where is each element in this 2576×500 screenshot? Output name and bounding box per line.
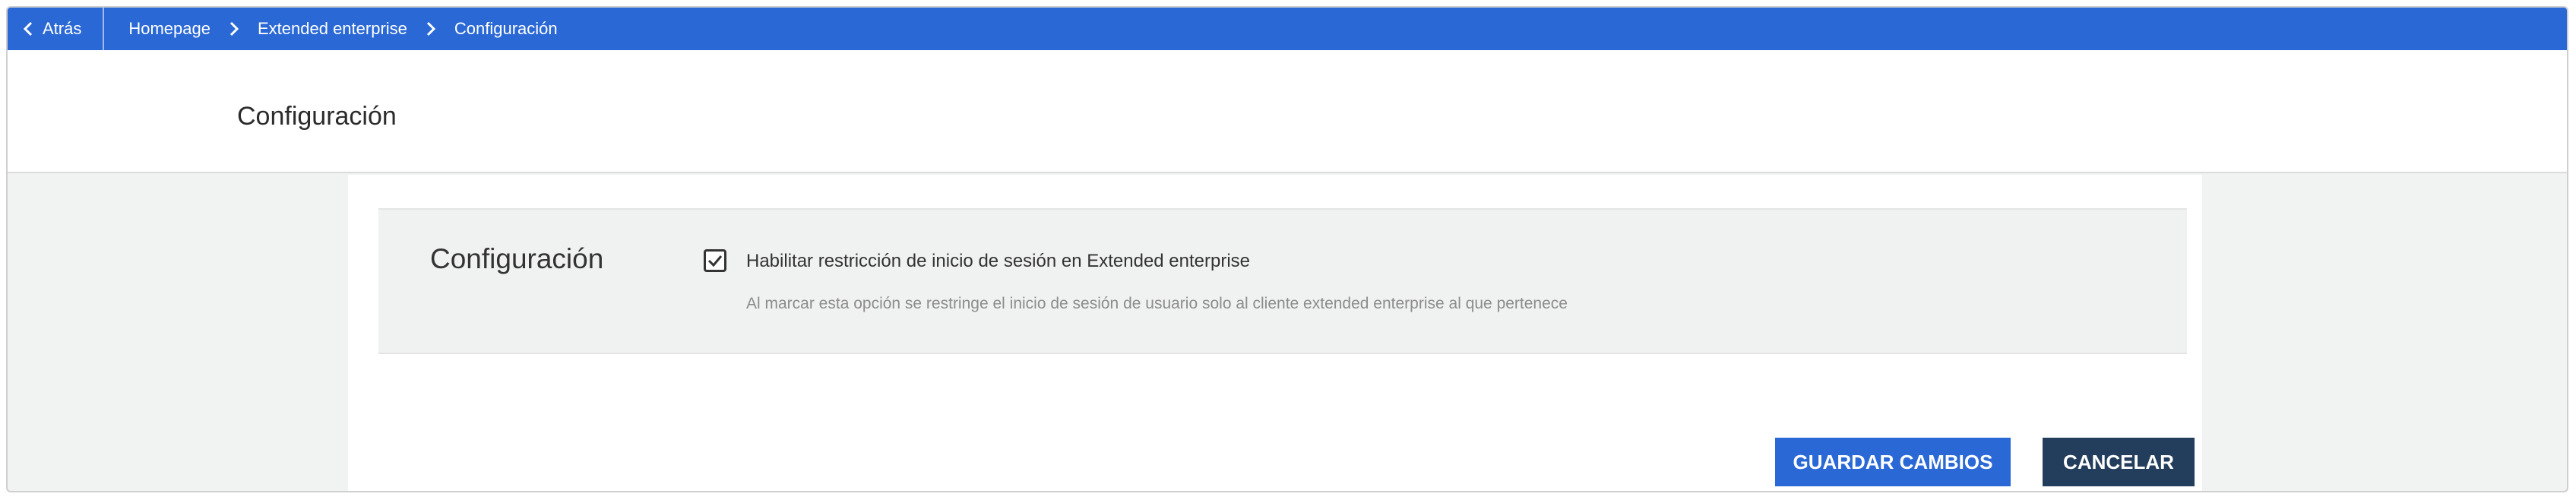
breadcrumb-item-extended-enterprise[interactable]: Extended enterprise — [258, 19, 407, 39]
breadcrumb-item-configuracion: Configuración — [454, 19, 558, 38]
login-restriction-checkbox[interactable] — [704, 249, 726, 272]
chevron-right-icon — [229, 21, 239, 36]
page-header: Configuración — [8, 50, 2567, 173]
settings-panel: Configuración Habilitar restricción de i… — [378, 208, 2187, 354]
checkbox-label[interactable]: Habilitar restricción de inicio de sesió… — [746, 251, 1250, 272]
chevron-right-icon — [426, 21, 436, 36]
page-title: Configuración — [237, 102, 397, 131]
breadcrumb-item-homepage[interactable]: Homepage — [128, 19, 210, 39]
chevron-left-icon — [23, 21, 33, 36]
breadcrumb-trail: Homepage Extended enterprise Configuraci… — [104, 19, 557, 39]
save-changes-button[interactable]: GUARDAR CAMBIOS — [1775, 438, 2011, 486]
main-content: Configuración Habilitar restricción de i… — [348, 175, 2202, 491]
section-title: Configuración — [430, 243, 604, 274]
app-window: Atrás Homepage Extended enterprise Confi… — [6, 6, 2568, 492]
back-label: Atrás — [43, 19, 82, 38]
cancel-button[interactable]: CANCELAR — [2043, 438, 2195, 486]
breadcrumb: Atrás Homepage Extended enterprise Confi… — [8, 8, 2567, 50]
back-button[interactable]: Atrás — [8, 8, 105, 50]
checkmark-icon — [707, 255, 723, 267]
help-text: Al marcar esta opción se restringe el in… — [746, 295, 1568, 312]
